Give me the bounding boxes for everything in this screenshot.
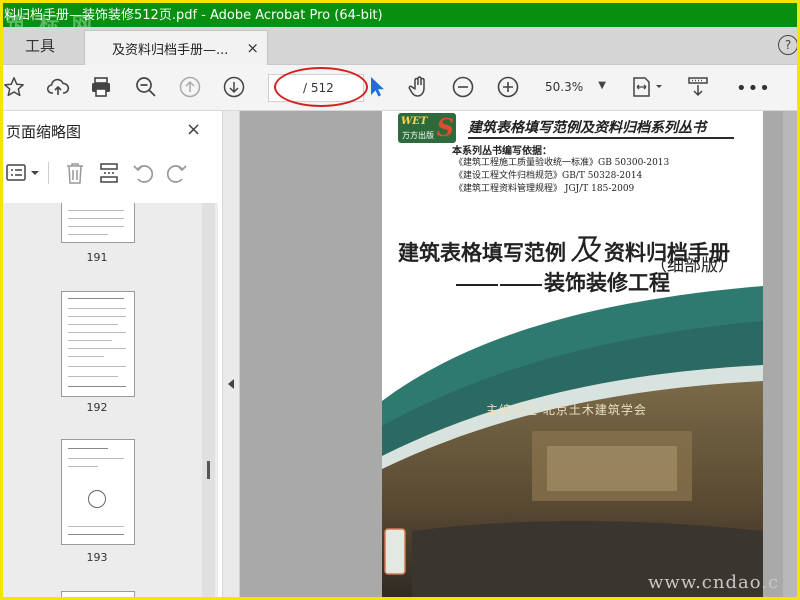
zoom-value: 50.3% [545,80,584,94]
print-icon[interactable] [89,75,113,99]
tab-document[interactable]: 及资料归档手册—... × [84,30,268,65]
panel-toolbar [0,157,222,189]
document-scrollbar[interactable] [783,111,800,600]
thumbnail-label: 193 [86,551,108,564]
page-up-icon[interactable] [178,75,202,99]
page-down-icon[interactable] [222,75,246,99]
panel-collapse-strip[interactable] [223,111,240,600]
publisher-logo: WET S 万方出版 [398,113,456,143]
series-divider [468,137,734,139]
more-icon[interactable]: ••• [736,78,771,99]
rotate-right-icon[interactable] [166,161,188,189]
tab-tools[interactable]: 工具 [0,27,80,64]
panel-title: 页面缩略图 [6,123,82,141]
thumbnail-list[interactable]: 191 192 193 [0,203,218,600]
thumbnail-page[interactable] [61,439,135,545]
document-page: WET S 万方出版 建筑表格填写范例及资料归档系列丛书 本系列丛书编写依据： … [382,111,763,600]
zoom-minus-icon[interactable] [451,75,475,99]
editor-unit: 主编单位 北京土木建筑学会 [486,403,647,417]
basis-item: 《建筑工程资料管理规程》 JGJ/T 185-2009 [454,184,635,194]
window-title: 料归档手册—装饰装修512页.pdf - Adobe Acrobat Pro (… [4,8,383,23]
thumbnail-page[interactable] [61,291,135,397]
toolbar-divider [48,162,49,184]
basis-item: 《建筑工程施工质量验收统一标准》GB 50300-2013 [454,158,670,168]
thumbnail-page[interactable] [61,203,135,243]
hand-icon[interactable] [407,75,431,99]
thumbnail-scrollbar[interactable] [202,203,215,600]
zoom-select[interactable]: 50.3% ▼ [538,76,610,98]
toolbar: / 512 50.3% ▼ ••• [0,65,800,111]
star-icon[interactable] [2,75,26,99]
cover-artwork [382,286,763,600]
tab-document-label: 及资料归档手册—... [112,42,229,58]
series-title: 建筑表格填写范例及资料归档系列丛书 [468,120,706,136]
insert-page-icon[interactable] [98,161,120,189]
panel-close-icon[interactable]: × [186,119,201,140]
thumbnail-label: 191 [86,251,108,264]
thumbnail-label: 192 [86,401,108,414]
scroll-mode-icon[interactable] [686,75,710,99]
thumbnails-panel: 页面缩略图 × 191 192 193 [0,111,223,600]
highlight-ellipse [274,67,368,107]
select-cursor-icon[interactable] [364,75,388,99]
thumbnail-options-icon[interactable] [6,163,42,187]
tab-bar: 工具 及资料归档手册—... × ? [0,27,800,65]
tab-close-icon[interactable]: × [246,39,259,57]
title-bar: 筑 标 网 料归档手册—装饰装修512页.pdf - Adobe Acrobat… [0,0,800,36]
collapse-arrow-icon[interactable] [228,379,234,389]
help-icon[interactable]: ? [778,35,798,55]
scrollbar-grip[interactable] [207,461,210,479]
trash-icon[interactable] [64,161,86,189]
cloud-upload-icon[interactable] [46,75,70,99]
zoom-plus-icon[interactable] [496,75,520,99]
site-watermark-bottom: www.cndao.c [648,572,780,593]
thumbnail-page[interactable] [61,591,135,600]
rotate-left-icon[interactable] [132,161,154,189]
chevron-down-icon: ▼ [598,80,606,91]
basis-item: 《建设工程文件归档规范》GB/T 50328-2014 [454,171,643,181]
fit-page-icon[interactable] [630,75,664,99]
zoom-out-magnifier-icon[interactable] [134,75,158,99]
